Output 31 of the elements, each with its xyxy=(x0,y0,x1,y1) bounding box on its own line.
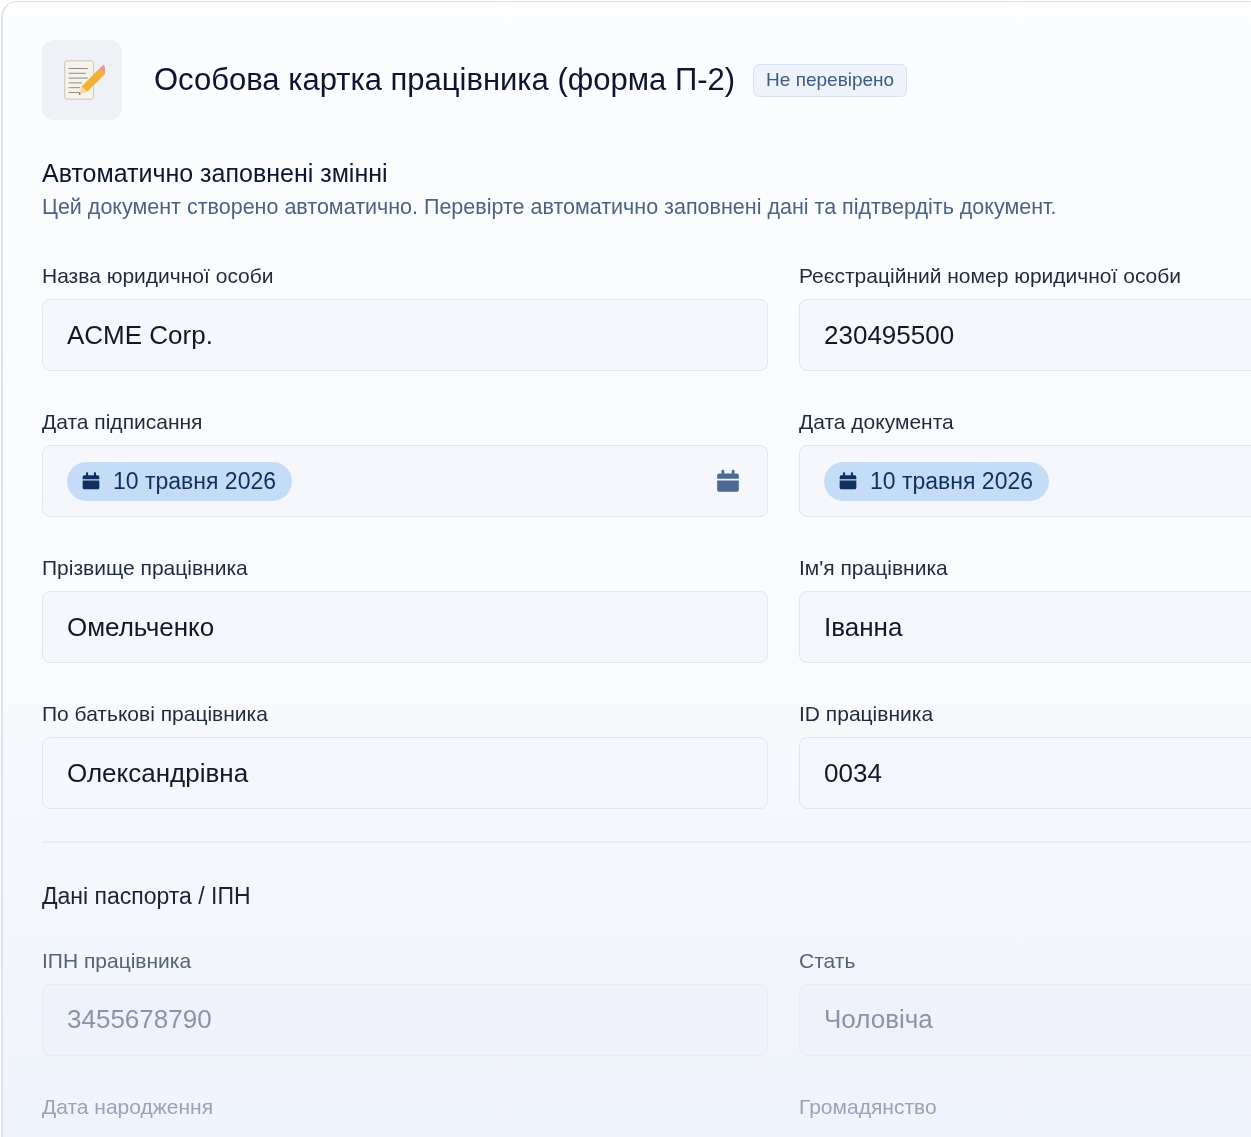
date-field[interactable]: 10 травня 2026 xyxy=(42,445,768,517)
date-field[interactable]: 10 травня 2026 xyxy=(799,445,1251,517)
field-label: Стать xyxy=(799,947,857,974)
input-field[interactable]: 230495500 xyxy=(799,299,1251,371)
input-field[interactable]: Іванна xyxy=(799,591,1251,663)
input-field[interactable]: Омельченко xyxy=(42,591,768,663)
field-label: Прізвище працівника xyxy=(42,555,249,581)
input-field[interactable]: 0034 xyxy=(799,737,1251,809)
calendar-icon xyxy=(81,471,101,491)
field-label: ІПН працівника xyxy=(42,947,193,974)
document-icon xyxy=(42,40,122,120)
description-text: Цей документ створено автоматично. Перевірте автоматично заповнені дані та підтвердіть документ. xyxy=(42,194,1058,221)
date-chip: 10 травня 2026 xyxy=(67,461,293,501)
status-badge: Не перевірено xyxy=(753,63,908,97)
field-label: Дата народження xyxy=(42,1093,215,1120)
calendar-icon xyxy=(838,471,858,491)
field-label: ID працівника xyxy=(799,701,935,727)
field-label: Громадянство xyxy=(799,1093,938,1120)
field-label: По батькові працівника xyxy=(42,701,269,727)
calendar-icon xyxy=(715,468,741,494)
date-chip: 10 травня 2026 xyxy=(824,461,1050,501)
input-field[interactable]: ACME Corp. xyxy=(42,299,768,371)
field-label: Ім'я працівника xyxy=(799,555,949,581)
field-label: Реєстраційний номер юридичної особи xyxy=(799,263,1183,289)
field-label: Назва юридичної особи xyxy=(42,263,275,289)
field-label: Дата документа xyxy=(799,409,955,435)
field-label: Дата підписання xyxy=(42,409,204,435)
input-field[interactable]: Олександрівна xyxy=(42,737,768,809)
section-heading: Автоматично заповнені змінні xyxy=(42,158,389,188)
section-heading: Дані паспорта / ІПН xyxy=(42,882,252,911)
page-title: Особова картка працівника (форма П-2) xyxy=(154,60,736,99)
